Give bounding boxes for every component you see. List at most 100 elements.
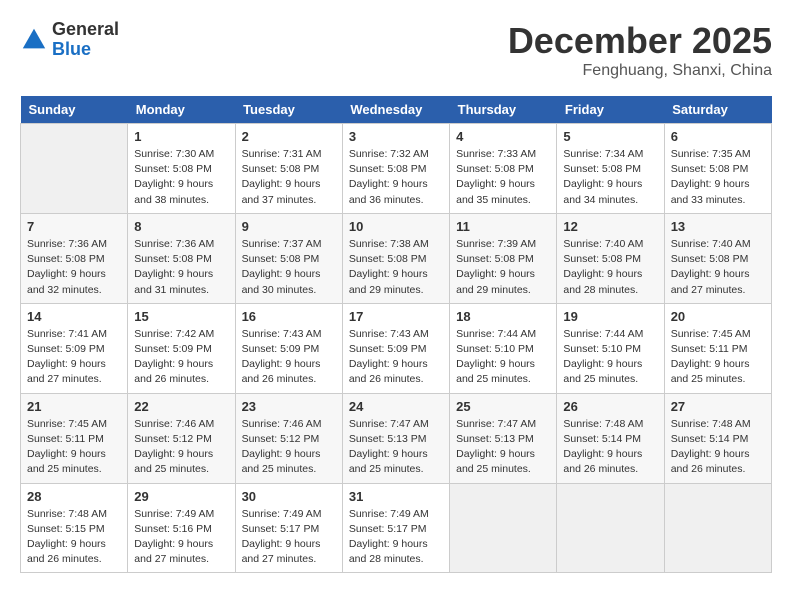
calendar-cell: 24 Sunrise: 7:47 AM Sunset: 5:13 PM Dayli… bbox=[342, 393, 449, 483]
calendar-cell: 12 Sunrise: 7:40 AM Sunset: 5:08 PM Dayli… bbox=[557, 213, 664, 303]
calendar-cell: 19 Sunrise: 7:44 AM Sunset: 5:10 PM Dayli… bbox=[557, 303, 664, 393]
calendar-cell: 31Sunrise: 7:49 AM Sunset: 5:17 PM Dayli… bbox=[342, 483, 449, 573]
day-number: 26 bbox=[563, 399, 657, 414]
calendar-cell: 28 Sunrise: 7:48 AM Sunset: 5:15 PM Dayli… bbox=[21, 483, 128, 573]
calendar-cell: 25 Sunrise: 7:47 AM Sunset: 5:13 PM Dayli… bbox=[450, 393, 557, 483]
calendar-cell: 2 Sunrise: 7:31 AM Sunset: 5:08 PM Daylig… bbox=[235, 124, 342, 214]
logo-icon bbox=[20, 26, 48, 54]
day-number: 9 bbox=[242, 219, 336, 234]
day-number: 30 bbox=[242, 489, 336, 504]
calendar-cell: 8 Sunrise: 7:36 AM Sunset: 5:08 PM Daylig… bbox=[128, 213, 235, 303]
day-info: Sunrise: 7:37 AM Sunset: 5:08 PM Dayligh… bbox=[242, 237, 336, 298]
day-info: Sunrise: 7:41 AM Sunset: 5:09 PM Dayligh… bbox=[27, 327, 121, 388]
day-info: Sunrise: 7:48 AM Sunset: 5:15 PM Dayligh… bbox=[27, 507, 121, 568]
calendar-day-header: Tuesday bbox=[235, 96, 342, 124]
day-number: 10 bbox=[349, 219, 443, 234]
day-number: 28 bbox=[27, 489, 121, 504]
day-number: 2 bbox=[242, 129, 336, 144]
calendar-cell: 22 Sunrise: 7:46 AM Sunset: 5:12 PM Dayli… bbox=[128, 393, 235, 483]
day-info: Sunrise: 7:42 AM Sunset: 5:09 PM Dayligh… bbox=[134, 327, 228, 388]
location-subtitle: Fenghuang, Shanxi, China bbox=[508, 62, 772, 80]
day-number: 27 bbox=[671, 399, 765, 414]
day-number: 19 bbox=[563, 309, 657, 324]
calendar-cell: 26 Sunrise: 7:48 AM Sunset: 5:14 PM Dayli… bbox=[557, 393, 664, 483]
day-info: Sunrise: 7:49 AM Sunset: 5:16 PM Dayligh… bbox=[134, 507, 228, 568]
calendar-week-row: 7 Sunrise: 7:36 AM Sunset: 5:08 PM Daylig… bbox=[21, 213, 772, 303]
calendar-day-header: Friday bbox=[557, 96, 664, 124]
calendar-cell: 9 Sunrise: 7:37 AM Sunset: 5:08 PM Daylig… bbox=[235, 213, 342, 303]
calendar-cell: 15 Sunrise: 7:42 AM Sunset: 5:09 PM Dayli… bbox=[128, 303, 235, 393]
calendar-cell bbox=[557, 483, 664, 573]
day-number: 15 bbox=[134, 309, 228, 324]
calendar-cell bbox=[450, 483, 557, 573]
title-block: December 2025 Fenghuang, Shanxi, China bbox=[508, 20, 772, 80]
calendar-cell: 20 Sunrise: 7:45 AM Sunset: 5:11 PM Dayli… bbox=[664, 303, 771, 393]
logo: General Blue bbox=[20, 20, 119, 60]
day-number: 5 bbox=[563, 129, 657, 144]
day-number: 29 bbox=[134, 489, 228, 504]
calendar-cell: 7 Sunrise: 7:36 AM Sunset: 5:08 PM Daylig… bbox=[21, 213, 128, 303]
calendar-day-header: Wednesday bbox=[342, 96, 449, 124]
day-info: Sunrise: 7:45 AM Sunset: 5:11 PM Dayligh… bbox=[671, 327, 765, 388]
day-number: 21 bbox=[27, 399, 121, 414]
day-info: Sunrise: 7:36 AM Sunset: 5:08 PM Dayligh… bbox=[27, 237, 121, 298]
day-info: Sunrise: 7:33 AM Sunset: 5:08 PM Dayligh… bbox=[456, 147, 550, 208]
day-number: 20 bbox=[671, 309, 765, 324]
calendar-day-header: Monday bbox=[128, 96, 235, 124]
day-info: Sunrise: 7:46 AM Sunset: 5:12 PM Dayligh… bbox=[134, 417, 228, 478]
calendar-day-header: Saturday bbox=[664, 96, 771, 124]
day-info: Sunrise: 7:45 AM Sunset: 5:11 PM Dayligh… bbox=[27, 417, 121, 478]
day-info: Sunrise: 7:49 AM Sunset: 5:17 PM Dayligh… bbox=[349, 507, 443, 568]
day-info: Sunrise: 7:49 AM Sunset: 5:17 PM Dayligh… bbox=[242, 507, 336, 568]
calendar-day-header: Thursday bbox=[450, 96, 557, 124]
day-info: Sunrise: 7:44 AM Sunset: 5:10 PM Dayligh… bbox=[563, 327, 657, 388]
day-info: Sunrise: 7:35 AM Sunset: 5:08 PM Dayligh… bbox=[671, 147, 765, 208]
calendar-header-row: SundayMondayTuesdayWednesdayThursdayFrid… bbox=[21, 96, 772, 124]
calendar-cell: 4Sunrise: 7:33 AM Sunset: 5:08 PM Daylig… bbox=[450, 124, 557, 214]
day-info: Sunrise: 7:31 AM Sunset: 5:08 PM Dayligh… bbox=[242, 147, 336, 208]
day-number: 22 bbox=[134, 399, 228, 414]
calendar-cell: 21 Sunrise: 7:45 AM Sunset: 5:11 PM Dayli… bbox=[21, 393, 128, 483]
day-number: 8 bbox=[134, 219, 228, 234]
day-info: Sunrise: 7:32 AM Sunset: 5:08 PM Dayligh… bbox=[349, 147, 443, 208]
day-number: 17 bbox=[349, 309, 443, 324]
calendar-cell: 11 Sunrise: 7:39 AM Sunset: 5:08 PM Dayli… bbox=[450, 213, 557, 303]
calendar-week-row: 21 Sunrise: 7:45 AM Sunset: 5:11 PM Dayli… bbox=[21, 393, 772, 483]
day-info: Sunrise: 7:43 AM Sunset: 5:09 PM Dayligh… bbox=[242, 327, 336, 388]
calendar-cell: 13 Sunrise: 7:40 AM Sunset: 5:08 PM Dayli… bbox=[664, 213, 771, 303]
day-number: 13 bbox=[671, 219, 765, 234]
day-number: 25 bbox=[456, 399, 550, 414]
day-number: 6 bbox=[671, 129, 765, 144]
day-info: Sunrise: 7:38 AM Sunset: 5:08 PM Dayligh… bbox=[349, 237, 443, 298]
calendar-cell bbox=[664, 483, 771, 573]
day-info: Sunrise: 7:46 AM Sunset: 5:12 PM Dayligh… bbox=[242, 417, 336, 478]
calendar-week-row: 14Sunrise: 7:41 AM Sunset: 5:09 PM Dayli… bbox=[21, 303, 772, 393]
day-info: Sunrise: 7:40 AM Sunset: 5:08 PM Dayligh… bbox=[563, 237, 657, 298]
day-info: Sunrise: 7:39 AM Sunset: 5:08 PM Dayligh… bbox=[456, 237, 550, 298]
calendar-day-header: Sunday bbox=[21, 96, 128, 124]
day-info: Sunrise: 7:36 AM Sunset: 5:08 PM Dayligh… bbox=[134, 237, 228, 298]
day-number: 1 bbox=[134, 129, 228, 144]
calendar-week-row: 28 Sunrise: 7:48 AM Sunset: 5:15 PM Dayli… bbox=[21, 483, 772, 573]
day-info: Sunrise: 7:40 AM Sunset: 5:08 PM Dayligh… bbox=[671, 237, 765, 298]
day-info: Sunrise: 7:44 AM Sunset: 5:10 PM Dayligh… bbox=[456, 327, 550, 388]
day-info: Sunrise: 7:47 AM Sunset: 5:13 PM Dayligh… bbox=[349, 417, 443, 478]
day-info: Sunrise: 7:48 AM Sunset: 5:14 PM Dayligh… bbox=[563, 417, 657, 478]
calendar-cell: 30 Sunrise: 7:49 AM Sunset: 5:17 PM Dayli… bbox=[235, 483, 342, 573]
day-number: 24 bbox=[349, 399, 443, 414]
day-number: 11 bbox=[456, 219, 550, 234]
calendar-cell: 3Sunrise: 7:32 AM Sunset: 5:08 PM Daylig… bbox=[342, 124, 449, 214]
day-info: Sunrise: 7:47 AM Sunset: 5:13 PM Dayligh… bbox=[456, 417, 550, 478]
day-number: 7 bbox=[27, 219, 121, 234]
calendar-cell: 23 Sunrise: 7:46 AM Sunset: 5:12 PM Dayli… bbox=[235, 393, 342, 483]
calendar-cell: 14Sunrise: 7:41 AM Sunset: 5:09 PM Dayli… bbox=[21, 303, 128, 393]
calendar-cell: 18Sunrise: 7:44 AM Sunset: 5:10 PM Dayli… bbox=[450, 303, 557, 393]
day-number: 23 bbox=[242, 399, 336, 414]
calendar-table: SundayMondayTuesdayWednesdayThursdayFrid… bbox=[20, 96, 772, 573]
calendar-cell: 10 Sunrise: 7:38 AM Sunset: 5:08 PM Dayli… bbox=[342, 213, 449, 303]
day-number: 12 bbox=[563, 219, 657, 234]
day-info: Sunrise: 7:30 AM Sunset: 5:08 PM Dayligh… bbox=[134, 147, 228, 208]
calendar-week-row: 1 Sunrise: 7:30 AM Sunset: 5:08 PM Daylig… bbox=[21, 124, 772, 214]
calendar-cell: 5Sunrise: 7:34 AM Sunset: 5:08 PM Daylig… bbox=[557, 124, 664, 214]
calendar-cell: 29 Sunrise: 7:49 AM Sunset: 5:16 PM Dayli… bbox=[128, 483, 235, 573]
